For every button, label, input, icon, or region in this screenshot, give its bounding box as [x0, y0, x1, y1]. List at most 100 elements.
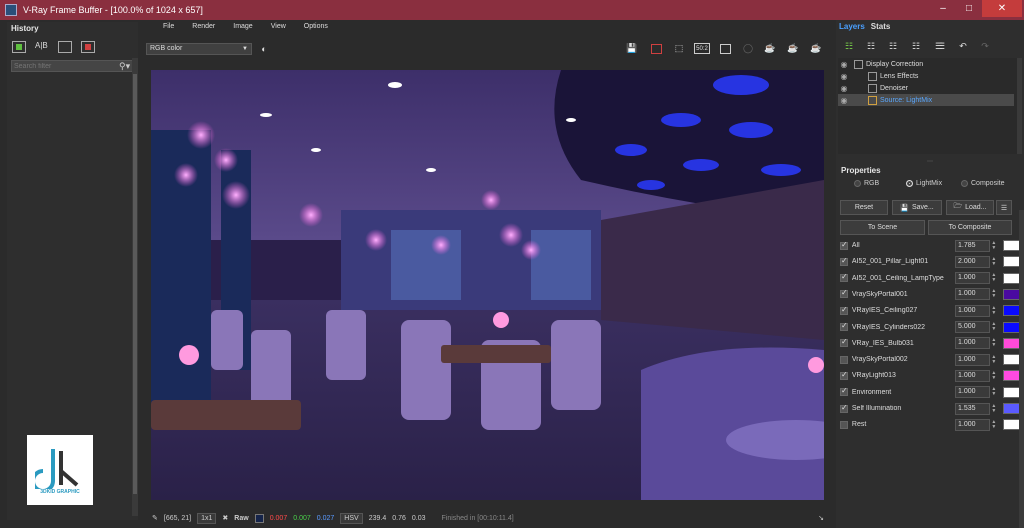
mode-rgb-radio[interactable]: RGB: [854, 180, 879, 187]
light-intensity-input[interactable]: 1.000: [955, 353, 991, 366]
render-viewport[interactable]: [151, 70, 824, 500]
lightmix-row[interactable]: Self Illumination 1.535▲▼: [838, 401, 1022, 416]
spinner-icon[interactable]: ▲ ▼: [990, 256, 997, 267]
light-intensity-input[interactable]: 1.785: [955, 239, 991, 252]
history-scrollbar[interactable]: [132, 58, 138, 516]
menu-render[interactable]: Render: [183, 20, 224, 34]
lightmix-checkbox[interactable]: [840, 240, 848, 250]
search-icon[interactable]: ⚲▾: [119, 61, 133, 72]
lightmix-menu-button[interactable]: ☰: [996, 200, 1012, 215]
light-intensity-input[interactable]: 1.000: [955, 272, 991, 285]
render-teapot-icon[interactable]: ☕: [808, 41, 824, 56]
eye-icon[interactable]: ◉: [838, 84, 850, 93]
lightmix-row[interactable]: VRayIES_Cylinders022 5.000▲▼: [838, 320, 1022, 335]
light-intensity-input[interactable]: 1.000: [955, 304, 991, 317]
light-intensity-input[interactable]: 1.000: [955, 288, 991, 301]
to-composite-button[interactable]: To Composite: [928, 220, 1012, 235]
light-intensity-input[interactable]: 1.000: [955, 418, 991, 431]
lightmix-checkbox[interactable]: [840, 355, 848, 364]
lightmix-row[interactable]: All 1.785▲▼: [838, 238, 1022, 253]
remove-history-icon[interactable]: [81, 41, 95, 53]
layer-display-correction[interactable]: ◉ Display Correction: [838, 58, 1014, 70]
save-layers-icon[interactable]: ☷: [886, 40, 900, 53]
reset-button[interactable]: Reset: [840, 200, 888, 215]
save-image-icon[interactable]: 💾: [624, 41, 640, 56]
maximize-button[interactable]: □: [956, 0, 982, 17]
lightmix-row[interactable]: VraySkyPortal002 1.000 ▲ ▼: [838, 352, 1022, 367]
light-intensity-input[interactable]: 1.000: [955, 369, 991, 382]
tab-layers[interactable]: Layers: [836, 20, 868, 34]
properties-scrollbar[interactable]: [1019, 210, 1024, 528]
spinner-icon[interactable]: ▲ ▼: [990, 289, 997, 299]
lightmix-checkbox[interactable]: [840, 420, 848, 429]
lightmix-checkbox[interactable]: [840, 288, 848, 299]
load-lightmix-button[interactable]: 🗁 Load...: [946, 200, 994, 215]
spinner-icon[interactable]: ▲ ▼: [990, 354, 997, 365]
spinner-icon[interactable]: ▲ ▼: [990, 240, 997, 251]
list-icon[interactable]: ☰: [934, 40, 948, 53]
track-mouse-icon[interactable]: [717, 41, 733, 56]
light-intensity-input[interactable]: 1.535: [955, 402, 991, 415]
ab-compare-icon[interactable]: A|B: [35, 41, 49, 53]
to-scene-button[interactable]: To Scene: [840, 220, 925, 235]
mode-lightmix-radio[interactable]: LightMix: [906, 180, 942, 187]
layers-scrollbar[interactable]: [1017, 58, 1022, 154]
layer-lens-effects[interactable]: ◉ Lens Effects: [838, 70, 1014, 82]
menu-options[interactable]: Options: [295, 20, 337, 34]
light-intensity-input[interactable]: 1.000: [955, 337, 991, 350]
lightmix-checkbox[interactable]: [840, 272, 848, 283]
create-layer-icon[interactable]: ☷: [842, 40, 856, 53]
stop-render-icon[interactable]: ☕: [785, 41, 801, 56]
interactive-render-icon[interactable]: ☕: [762, 41, 778, 56]
lightmix-row[interactable]: Rest 1.000 ▲ ▼: [838, 417, 1022, 432]
link-icon[interactable]: ◯: [740, 41, 756, 56]
pin-icon[interactable]: ✎: [152, 514, 158, 522]
channel-select[interactable]: RGB color ▼: [146, 43, 252, 55]
save-lightmix-button[interactable]: 💾 Save...: [892, 200, 942, 215]
compare-icon[interactable]: 50:2: [694, 43, 710, 54]
light-intensity-input[interactable]: 2.000: [955, 255, 991, 268]
lightmix-row[interactable]: VRay_IES_Bulb031 1.000▲▼: [838, 336, 1022, 351]
load-layers-icon[interactable]: ☷: [909, 40, 923, 53]
lightmix-checkbox[interactable]: [840, 403, 848, 413]
close-button[interactable]: ✕: [982, 0, 1022, 17]
history-scroll-thumb[interactable]: [133, 74, 137, 494]
undo-icon[interactable]: ↶: [956, 40, 970, 53]
mode-composite-radio[interactable]: Composite: [961, 180, 1004, 187]
menu-image[interactable]: Image: [224, 20, 261, 34]
color-space-select[interactable]: HSV: [340, 512, 363, 524]
delete-layer-icon[interactable]: ☷: [864, 40, 878, 53]
spinner-icon[interactable]: ▲ ▼: [990, 322, 997, 332]
resize-grip-icon[interactable]: ↘: [818, 514, 824, 522]
region-render-icon[interactable]: ⬚: [671, 41, 687, 56]
menu-file[interactable]: File: [154, 20, 183, 34]
minimize-button[interactable]: –: [930, 0, 956, 17]
lightmix-checkbox[interactable]: [840, 337, 848, 348]
lightmix-checkbox[interactable]: [840, 256, 848, 266]
tab-stats[interactable]: Stats: [868, 20, 894, 34]
lightmix-checkbox[interactable]: [840, 321, 848, 331]
lightmix-row[interactable]: VRayIES_Ceiling027 1.000▲▼: [838, 303, 1022, 318]
spinner-icon[interactable]: ▲ ▼: [990, 387, 997, 397]
color-picker-icon[interactable]: ◐: [256, 41, 272, 56]
lightmix-checkbox[interactable]: [840, 305, 848, 315]
zoom-select[interactable]: 1x1: [197, 512, 217, 524]
lightmix-row[interactable]: VRayLight013 1.000▲▼: [838, 368, 1022, 383]
menu-view[interactable]: View: [262, 20, 295, 34]
clear-image-icon[interactable]: [648, 41, 664, 56]
spinner-icon[interactable]: ▲ ▼: [990, 403, 997, 414]
spinner-icon[interactable]: ▲ ▼: [990, 338, 997, 348]
lightmix-row[interactable]: VraySkyPortal001 1.000▲▼: [838, 287, 1022, 302]
raw-toggle[interactable]: Raw: [234, 515, 248, 522]
load-from-history-icon[interactable]: [58, 41, 72, 53]
light-intensity-input[interactable]: 5.000: [955, 321, 991, 333]
lightmix-row[interactable]: Environment 1.000▲▼: [838, 385, 1022, 400]
lightmix-checkbox[interactable]: [840, 386, 848, 397]
search-input[interactable]: [12, 62, 119, 70]
eye-icon[interactable]: ◉: [838, 72, 850, 81]
eyedropper-icon[interactable]: ✖: [222, 514, 228, 522]
layer-source-lightmix[interactable]: ◉ Source: LightMix: [838, 94, 1014, 106]
save-to-history-icon[interactable]: [12, 41, 26, 53]
redo-icon[interactable]: ↷: [978, 40, 992, 53]
lightmix-row[interactable]: AI52_001_Ceiling_LampType 1.000▲▼: [838, 271, 1022, 286]
